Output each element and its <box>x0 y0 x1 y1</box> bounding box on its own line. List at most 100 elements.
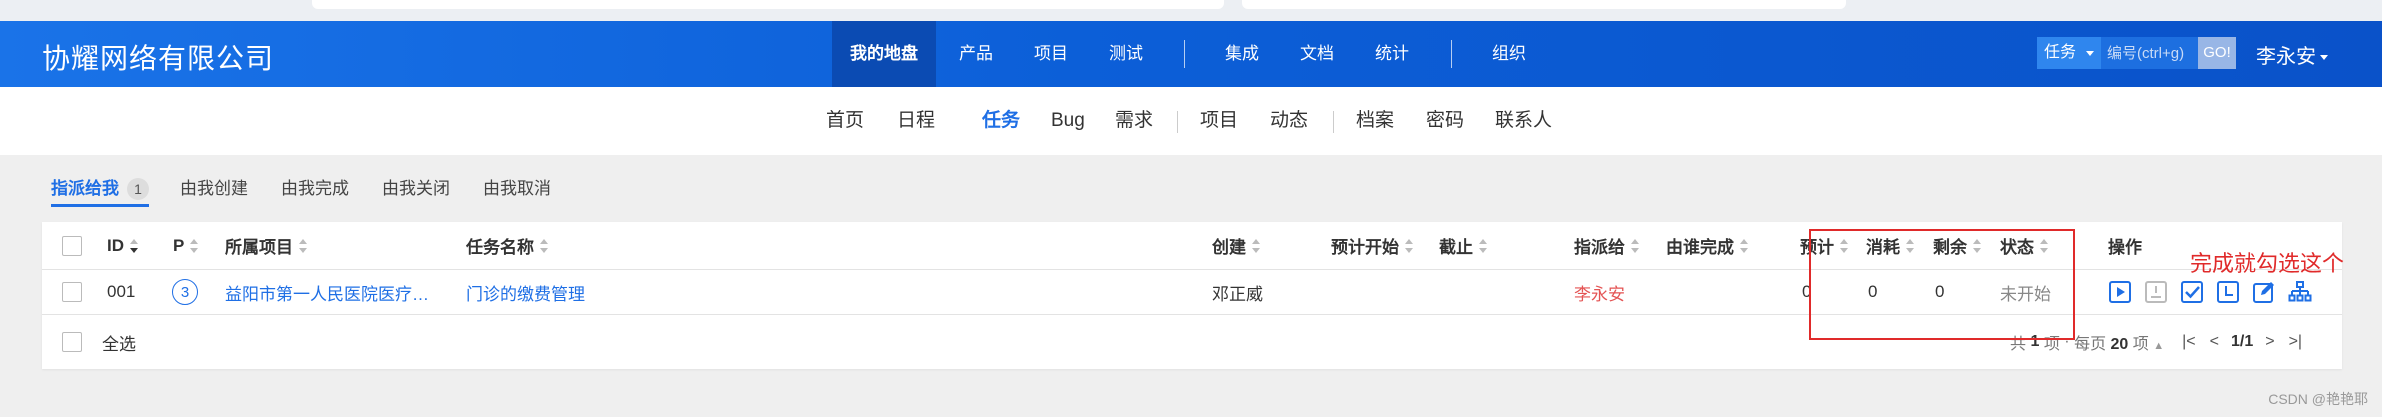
browser-bar-left <box>312 0 1224 9</box>
col-actions: 操作 <box>2108 238 2142 257</box>
select-all-label: 全选 <box>102 334 136 354</box>
col-label: 指派给 <box>1574 238 1625 257</box>
col-project[interactable]: 所属项目 <box>225 222 308 269</box>
browser-top-strip <box>0 0 2382 22</box>
sub-navigation: 首页 日程 任务 Bug 需求 项目 动态 档案 密码 联系人 <box>0 87 2382 155</box>
subnav-calendar[interactable]: 日程 <box>897 87 935 155</box>
subnav-password[interactable]: 密码 <box>1426 87 1464 155</box>
sort-icon <box>130 238 139 253</box>
priority-value: 3 <box>172 279 198 305</box>
col-id[interactable]: ID <box>107 222 139 269</box>
sort-icon <box>299 238 308 253</box>
sort-icon <box>1252 238 1261 253</box>
nav-test[interactable]: 测试 <box>1091 21 1161 87</box>
filter-closed-by-me[interactable]: 由我关闭 <box>382 175 450 203</box>
app-header: 协耀网络有限公司 我的地盘 产品 项目 测试 集成 文档 统计 组织 任务 GO… <box>0 21 2382 87</box>
col-label: 创建 <box>1212 238 1246 257</box>
subnav-home[interactable]: 首页 <box>826 87 864 155</box>
col-label: 任务名称 <box>466 238 534 257</box>
last-page-icon[interactable]: >| <box>2289 333 2303 351</box>
pager-per-value: 20 <box>2110 336 2129 353</box>
col-deadline[interactable]: 截止 <box>1439 222 1488 269</box>
col-assigned-to[interactable]: 指派给 <box>1574 222 1640 269</box>
search-type-label: 任务 <box>2044 44 2077 61</box>
col-priority[interactable]: P <box>173 222 199 269</box>
col-creator[interactable]: 创建 <box>1212 222 1261 269</box>
count-badge: 1 <box>127 178 149 200</box>
brand-title: 协耀网络有限公司 <box>42 43 275 74</box>
task-name-link[interactable]: 门诊的缴费管理 <box>466 270 585 314</box>
project-link[interactable]: 益阳市第一人民医院医疗… <box>225 270 429 314</box>
nav-docs[interactable]: 文档 <box>1282 21 1352 87</box>
subnav-dynamic[interactable]: 动态 <box>1270 87 1308 155</box>
page-indicator: 1/1 <box>2230 333 2254 350</box>
select-all-header-checkbox[interactable] <box>62 222 82 269</box>
col-label: 截止 <box>1439 238 1473 257</box>
subnav-separator <box>1333 111 1334 133</box>
col-label: P <box>173 235 185 255</box>
subnav-project[interactable]: 项目 <box>1200 87 1238 155</box>
browser-bar-right <box>1242 0 1846 9</box>
sort-icon <box>1405 238 1414 253</box>
annotation-highlight-box <box>1809 229 2075 340</box>
nav-integration[interactable]: 集成 <box>1207 21 1277 87</box>
checkbox[interactable] <box>62 282 82 302</box>
nav-my-dashboard[interactable]: 我的地盘 <box>832 21 936 87</box>
start-icon[interactable] <box>2108 280 2132 304</box>
chevron-down-icon <box>2320 55 2328 61</box>
pager-per-prefix: 每页 <box>2074 336 2107 353</box>
subnav-profile[interactable]: 档案 <box>1356 87 1394 155</box>
caret-up-icon: ▲ <box>2153 340 2165 352</box>
record-hours-icon[interactable] <box>2216 280 2240 304</box>
sort-icon <box>1479 238 1488 253</box>
pager-per-page[interactable]: 每页 20 项 ▲ <box>2074 330 2164 354</box>
user-menu[interactable]: 李永安 <box>2256 40 2328 69</box>
filter-assigned-to-me[interactable]: 指派给我 1 <box>51 175 149 207</box>
filter-finished-by-me[interactable]: 由我完成 <box>281 175 349 203</box>
filter-cancelled-by-me[interactable]: 由我取消 <box>483 175 551 203</box>
search-input[interactable] <box>2101 37 2198 69</box>
prev-page-icon[interactable]: < <box>2210 333 2219 351</box>
nav-project[interactable]: 项目 <box>1016 21 1086 87</box>
subnav-task[interactable]: 任务 <box>982 87 1020 155</box>
sort-icon <box>190 238 199 253</box>
watermark: CSDN @艳艳耶 <box>2268 391 2368 407</box>
finish-icon[interactable] <box>2180 280 2204 304</box>
col-label: 所属项目 <box>225 238 293 257</box>
annotation-text: 完成就勾选这个 <box>2190 251 2345 276</box>
subnav-separator <box>1177 111 1178 133</box>
row-select-checkbox[interactable] <box>62 270 82 314</box>
col-est-start[interactable]: 预计开始 <box>1331 222 1414 269</box>
subnav-story[interactable]: 需求 <box>1115 87 1153 155</box>
subtask-icon[interactable] <box>2288 280 2312 304</box>
priority-badge: 3 <box>172 270 198 314</box>
nav-organization[interactable]: 组织 <box>1474 21 1544 87</box>
edit-icon[interactable] <box>2252 280 2276 304</box>
nav-product[interactable]: 产品 <box>941 21 1011 87</box>
search-go-button[interactable]: GO! <box>2198 37 2236 69</box>
sort-icon <box>1631 238 1640 253</box>
filter-label: 指派给我 <box>51 179 119 198</box>
assigned-to-link[interactable]: 李永安 <box>1574 270 1625 314</box>
search-type-select[interactable]: 任务 <box>2037 37 2101 69</box>
col-finished-by[interactable]: 由谁完成 <box>1666 222 1749 269</box>
first-page-icon[interactable]: |< <box>2182 333 2196 351</box>
col-task-name[interactable]: 任务名称 <box>466 222 549 269</box>
filter-created-by-me[interactable]: 由我创建 <box>180 175 248 203</box>
checkbox[interactable] <box>62 235 82 256</box>
next-page-icon[interactable]: > <box>2265 333 2274 351</box>
pause-icon[interactable] <box>2144 280 2168 304</box>
footer-select-all[interactable]: 全选 <box>62 315 136 369</box>
search-box: 任务 GO! <box>2037 37 2236 69</box>
sort-icon <box>1740 238 1749 253</box>
col-label: 由谁完成 <box>1666 238 1734 257</box>
subnav-bug[interactable]: Bug <box>1051 87 1085 155</box>
chevron-down-icon <box>2086 51 2094 56</box>
nav-separator <box>1451 40 1452 68</box>
subnav-contacts[interactable]: 联系人 <box>1495 87 1552 155</box>
row-actions <box>2108 280 2312 304</box>
checkbox[interactable] <box>62 332 82 352</box>
pager-per-suffix: 项 <box>2132 336 2149 353</box>
nav-statistics[interactable]: 统计 <box>1357 21 1427 87</box>
sort-icon <box>540 238 549 253</box>
